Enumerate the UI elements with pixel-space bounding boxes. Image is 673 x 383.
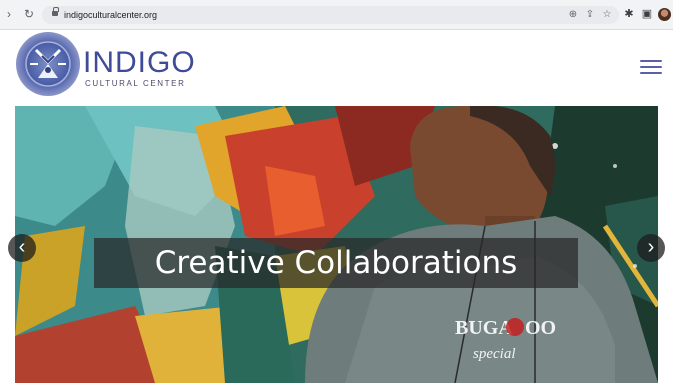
caption-band: Creative Collaborations [94, 238, 578, 288]
svg-text:BUGA: BUGA [455, 317, 513, 339]
lock-icon [52, 7, 59, 17]
chevron-left-icon[interactable]: ‹ [8, 234, 36, 262]
reload-icon[interactable]: ↻ [22, 7, 36, 21]
sidebar-icon[interactable]: ▣ [640, 7, 654, 21]
star-icon[interactable]: ☆ [600, 8, 614, 22]
svg-text:special: special [473, 346, 516, 362]
address-bar[interactable]: indigoculturalcenter.org ⊕ ⇪ ☆ [42, 6, 619, 24]
share-icon[interactable]: ⇪ [583, 8, 597, 22]
browser-toolbar: › ↻ indigoculturalcenter.org ⊕ ⇪ ☆ ✱ ▣ [0, 0, 673, 30]
svg-text:OO: OO [525, 317, 556, 339]
brand-name[interactable]: INDIGO [83, 47, 196, 79]
extensions-icon[interactable]: ✱ [622, 7, 636, 21]
hamburger-icon[interactable] [640, 60, 662, 76]
chevron-right-icon[interactable]: › [637, 234, 665, 262]
slide-caption: Creative Collaborations [154, 245, 518, 281]
url-text[interactable]: indigoculturalcenter.org [64, 8, 157, 22]
profile-avatar[interactable] [658, 8, 671, 21]
back-icon[interactable]: › [2, 7, 16, 21]
hero-slider: BUGA OO special Creative Collaborations [15, 106, 658, 383]
brand-subtitle: CULTURAL CENTER [85, 79, 186, 88]
zoom-icon[interactable]: ⊕ [566, 8, 580, 22]
logo-emblem[interactable] [16, 32, 80, 96]
